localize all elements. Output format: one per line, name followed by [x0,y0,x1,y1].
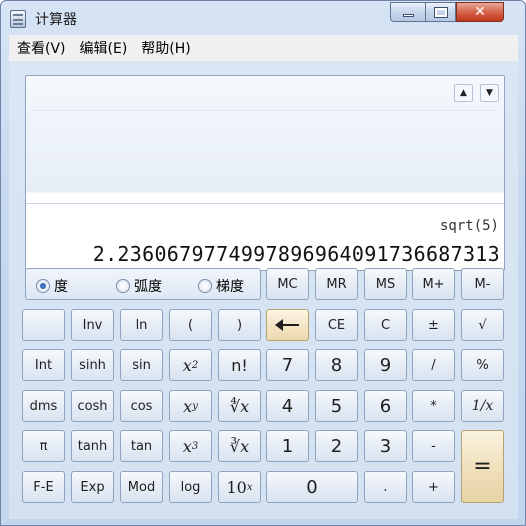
x-squared-base: x [182,355,192,375]
menu-edit[interactable]: 编辑(E) [74,38,134,58]
exp-button[interactable]: Exp [71,471,114,503]
subtract-button[interactable]: - [412,430,455,462]
x-cubed-base: x [182,436,192,456]
digit-6-button[interactable]: 6 [364,390,407,422]
radio-gradians-label: 梯度 [216,279,244,295]
x-squared-exp: 2 [191,359,199,371]
ten-power-x-exp: x [246,481,253,493]
radio-degrees[interactable]: 度 [36,276,68,296]
left-paren-button[interactable]: ( [169,309,212,341]
radio-radians[interactable]: 弧度 [116,276,162,296]
tan-button[interactable]: tan [120,430,163,462]
radio-gradians-indicator[interactable] [198,279,212,293]
digit-2-button[interactable]: 2 [315,430,358,462]
plus-minus-button[interactable]: ± [412,309,455,341]
cube-root-button[interactable]: ∛x [218,430,261,462]
digit-4-button[interactable]: 4 [266,390,309,422]
title-bar[interactable]: 计算器 ✕ [1,1,525,35]
ms-button[interactable]: MS [364,268,407,300]
ten-power-x-base: 10 [226,477,247,497]
close-button[interactable]: ✕ [456,2,504,22]
menu-help[interactable]: 帮助(H) [135,38,196,58]
pi-button[interactable]: π [22,430,65,462]
menu-bar: 查看(V) 编辑(E) 帮助(H) [9,35,518,61]
digit-7-button[interactable]: 7 [266,349,309,381]
clear-button[interactable]: C [364,309,407,341]
equals-button[interactable]: = [461,430,504,503]
radio-radians-label: 弧度 [134,279,162,295]
divide-button[interactable]: / [412,349,455,381]
x-power-y-button[interactable]: xy [169,390,212,422]
percent-button[interactable]: % [461,349,504,381]
tanh-button[interactable]: tanh [71,430,114,462]
digit-3-button[interactable]: 3 [364,430,407,462]
backspace-button[interactable] [266,309,309,341]
expression-text: sqrt(5) [439,218,499,234]
digit-1-button[interactable]: 1 [266,430,309,462]
backspace-arrow-icon [274,319,299,331]
digit-9-button[interactable]: 9 [364,349,407,381]
x-squared-button[interactable]: x2 [169,349,212,381]
m-minus-button[interactable]: M- [461,268,504,300]
x-power-y-exp: y [192,400,198,412]
calculator-app-icon [10,10,26,28]
reciprocal-button[interactable]: 1/x [461,390,504,422]
cosh-button[interactable]: cosh [71,390,114,422]
calculator-window: 计算器 ✕ 查看(V) 编辑(E) 帮助(H) ▲ ▼ sqrt(5) 2.23… [0,0,526,526]
mc-button[interactable]: MC [266,268,309,300]
ten-power-x-button[interactable]: 10 x [218,471,261,503]
right-paren-button[interactable]: ) [218,309,261,341]
decimal-point-button[interactable]: . [364,471,407,503]
history-scroll-up-button[interactable]: ▲ [454,84,473,102]
y-root-x-button[interactable]: ∜x [218,390,261,422]
ln-button[interactable]: ln [120,309,163,341]
menu-view[interactable]: 查看(V) [11,38,72,58]
result-text: 2.2360679774997896964091736687313 [92,242,500,266]
fe-button[interactable]: F-E [22,471,65,503]
factorial-button[interactable]: n! [218,349,261,381]
digit-8-button[interactable]: 8 [315,349,358,381]
add-button[interactable]: + [412,471,455,503]
angle-mode-group: 度 弧度 梯度 [25,268,261,300]
x-cubed-exp: 3 [191,440,199,452]
sqrt-button[interactable]: √ [461,309,504,341]
display-panel: ▲ ▼ sqrt(5) 2.23606797749978969640917366… [25,75,505,271]
cos-button[interactable]: cos [120,390,163,422]
radio-gradians[interactable]: 梯度 [198,276,244,296]
minimize-button[interactable] [390,2,426,22]
radio-radians-indicator[interactable] [116,279,130,293]
radio-degrees-label: 度 [54,279,68,295]
maximize-button[interactable] [426,2,456,22]
maximize-icon [433,6,448,18]
window-title: 计算器 [35,12,77,28]
ce-button[interactable]: CE [315,309,358,341]
history-scroll-down-button[interactable]: ▼ [480,84,499,102]
mod-button[interactable]: Mod [120,471,163,503]
dms-button[interactable]: dms [22,390,65,422]
minimize-icon [402,14,414,17]
history-divider [32,110,498,111]
int-button[interactable]: Int [22,349,65,381]
blank-button[interactable] [22,309,65,341]
sin-button[interactable]: sin [120,349,163,381]
m-plus-button[interactable]: M+ [412,268,455,300]
log-button[interactable]: log [169,471,212,503]
x-cubed-button[interactable]: x3 [169,430,212,462]
mr-button[interactable]: MR [315,268,358,300]
close-icon: ✕ [474,4,486,20]
x-power-y-base: x [183,396,193,416]
multiply-button[interactable]: * [412,390,455,422]
calculator-body: ▲ ▼ sqrt(5) 2.23606797749978969640917366… [9,61,518,519]
radio-degrees-indicator[interactable] [36,279,50,293]
sinh-button[interactable]: sinh [71,349,114,381]
digit-0-button[interactable]: 0 [266,471,358,503]
digit-5-button[interactable]: 5 [315,390,358,422]
inv-button[interactable]: Inv [71,309,114,341]
history-area: ▲ ▼ [26,76,504,204]
